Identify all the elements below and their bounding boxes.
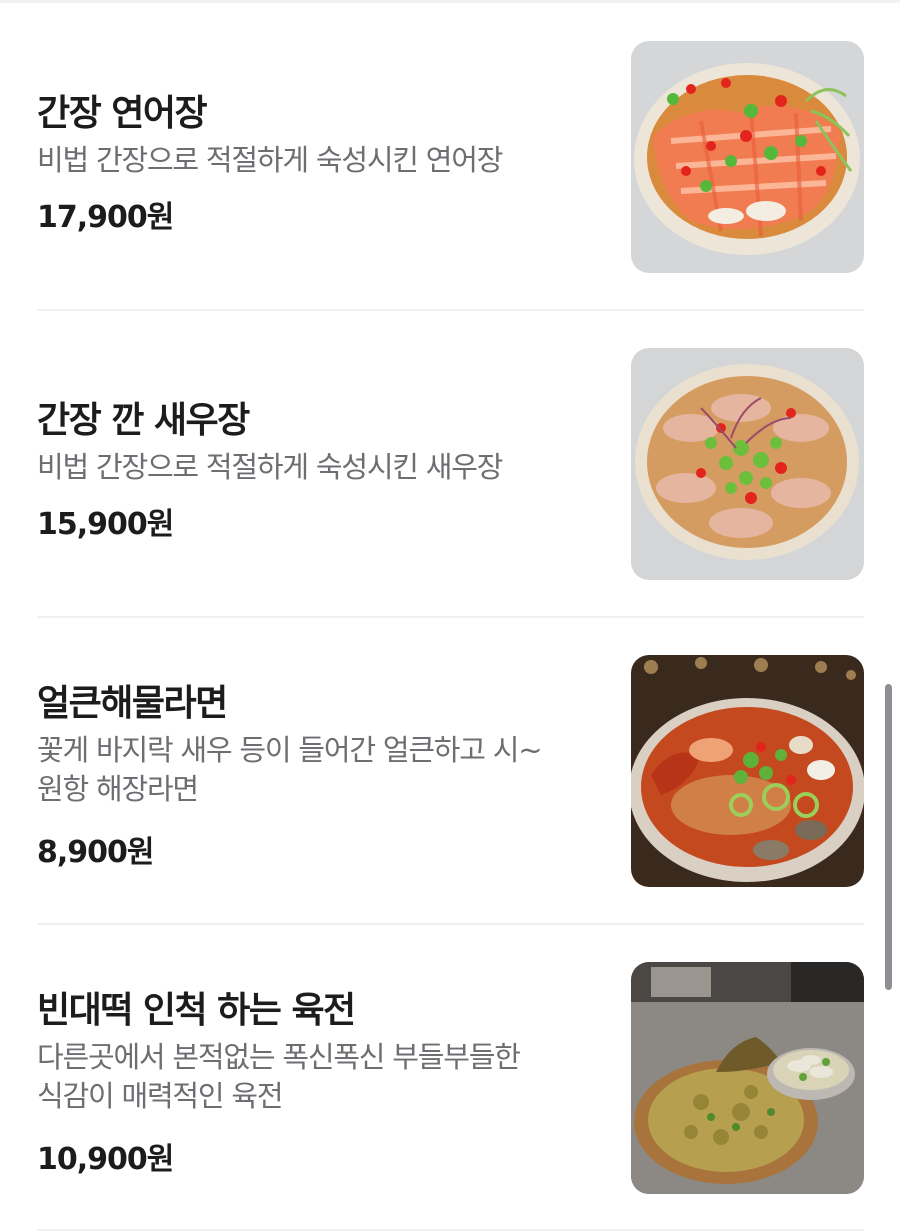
menu-item-description-line: 비법 간장으로 적절하게 숙성시킨 연어장 <box>37 143 503 177</box>
menu-item-description-line: 다른곳에서 본적없는 폭신폭신 부들부들한 <box>37 1040 521 1074</box>
yukjeon-photo[interactable] <box>631 962 864 1194</box>
menu-item-description-line: 식감이 매력적인 육전 <box>37 1079 284 1113</box>
menu-item-description: 다른곳에서 본적없는 폭신폭신 부들부들한 식감이 매력적인 육전 <box>37 1038 597 1116</box>
menu-item-description: 비법 간장으로 적절하게 숙성시킨 연어장 <box>37 141 597 180</box>
seafood-ramen-photo-image <box>631 655 864 887</box>
menu-item-price: 15,900원 <box>37 507 174 542</box>
menu-item-name: 빈대떡 인척 하는 육전 <box>37 990 356 1031</box>
menu-item-description-line: 원항 해장라면 <box>37 772 199 806</box>
menu-item-description-line: 꽃게 바지락 새우 등이 들어간 얼큰하고 시~ <box>37 733 543 767</box>
menu-item-name: 간장 연어장 <box>37 93 208 134</box>
menu-item-description: 꽃게 바지락 새우 등이 들어간 얼큰하고 시~ 원항 해장라면 <box>37 731 597 809</box>
menu-item[interactable]: 빈대떡 인척 하는 육전 다른곳에서 본적없는 폭신폭신 부들부들한 식감이 매… <box>0 924 900 1231</box>
yukjeon-photo-image <box>631 962 864 1194</box>
menu-item-description: 비법 간장으로 적절하게 숙성시킨 새우장 <box>37 448 597 487</box>
shrimp-jang-photo[interactable] <box>631 348 864 580</box>
scrollbar[interactable] <box>885 684 892 990</box>
menu-item[interactable]: 간장 깐 새우장 비법 간장으로 적절하게 숙성시킨 새우장 15,900원 <box>0 310 900 617</box>
menu-item-price: 8,900원 <box>37 835 154 870</box>
salmon-jang-photo-image <box>631 41 864 273</box>
menu-item-price: 17,900원 <box>37 200 174 235</box>
menu-item-description-line: 비법 간장으로 적절하게 숙성시킨 새우장 <box>37 450 503 484</box>
menu-item-name: 얼큰해물라면 <box>37 683 228 724</box>
menu-item[interactable]: 간장 연어장 비법 간장으로 적절하게 숙성시킨 연어장 17,900원 <box>0 0 900 310</box>
menu-item-price: 10,900원 <box>37 1142 174 1177</box>
menu-item-name: 간장 깐 새우장 <box>37 400 250 441</box>
seafood-ramen-photo[interactable] <box>631 655 864 887</box>
shrimp-jang-photo-image <box>631 348 864 580</box>
menu-item[interactable]: 얼큰해물라면 꽃게 바지락 새우 등이 들어간 얼큰하고 시~ 원항 해장라면 … <box>0 617 900 924</box>
salmon-jang-photo[interactable] <box>631 41 864 273</box>
